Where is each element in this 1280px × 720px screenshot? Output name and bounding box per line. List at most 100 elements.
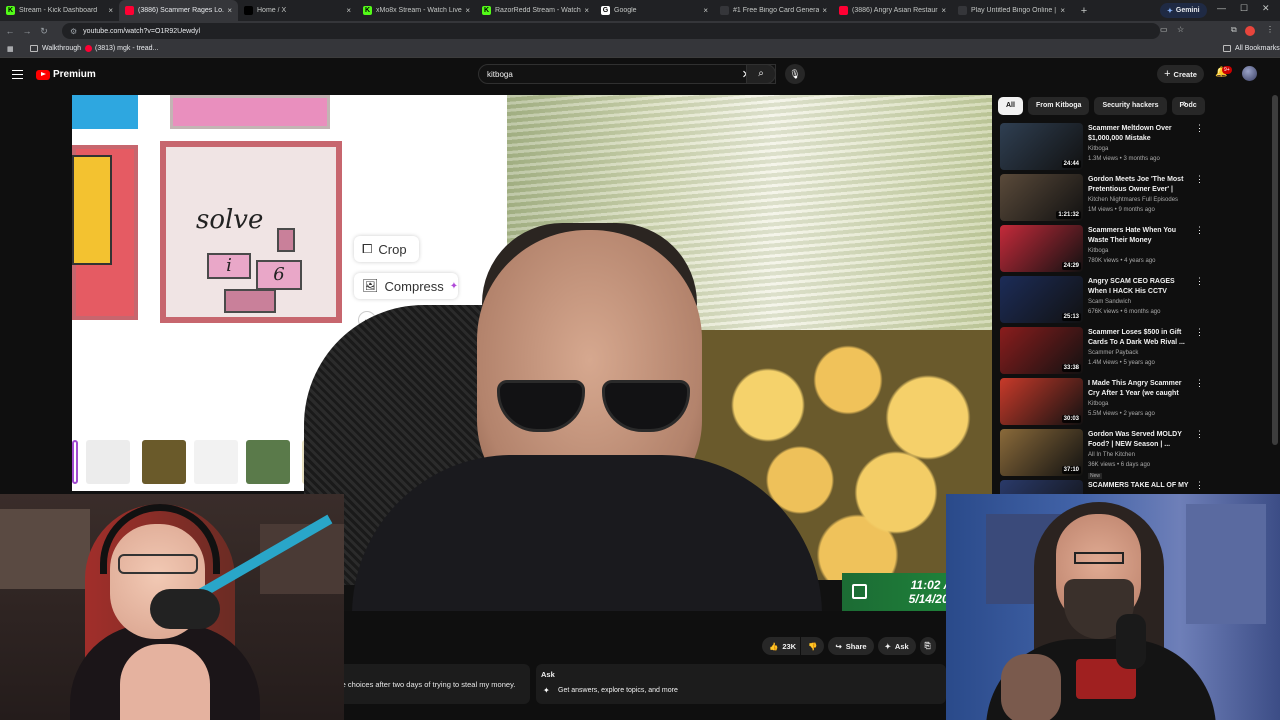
new-tab-icon[interactable]: +: [1077, 4, 1091, 18]
extensions-icon[interactable]: ⧉: [1231, 25, 1237, 35]
channel-name[interactable]: Kitchen Nightmares Full Episodes: [1088, 197, 1178, 203]
close-tab-icon[interactable]: ×: [703, 6, 708, 15]
video-thumbnail[interactable]: 33:38: [1000, 327, 1083, 374]
ask-button[interactable]: ✦ Ask: [877, 637, 916, 655]
browser-tab[interactable]: Play Untitled Bingo Online | Bi ×: [952, 0, 1071, 21]
browser-tab[interactable]: G Google ×: [595, 0, 714, 21]
account-avatar[interactable]: [1242, 66, 1257, 81]
more-options-icon[interactable]: ⋮: [1195, 277, 1204, 286]
back-icon[interactable]: ←: [3, 26, 17, 36]
more-options-icon[interactable]: ⋮: [1195, 124, 1204, 133]
cast-icon[interactable]: ▭: [1160, 25, 1168, 34]
compress-button[interactable]: 🖼 Compress ✦: [354, 273, 458, 299]
browser-tab[interactable]: K Stream - Kick Dashboard ×: [0, 0, 119, 21]
ask-panel[interactable]: Ask ✦ Get answers, explore topics, and m…: [536, 664, 946, 704]
close-tab-icon[interactable]: ×: [584, 6, 589, 15]
crop-button[interactable]: ⧠ Crop: [354, 236, 419, 262]
menu-icon[interactable]: ⋮: [1266, 25, 1274, 34]
maximize-icon[interactable]: ☐: [1240, 3, 1248, 14]
close-tab-icon[interactable]: ×: [465, 6, 470, 15]
more-options-icon[interactable]: ⋮: [1195, 226, 1204, 235]
recommended-video[interactable]: 37:10 Gordon Was Served MOLDY Food? | NEW…: [1000, 429, 1205, 480]
channel-name[interactable]: Kitboga: [1088, 248, 1108, 254]
bookmark-star-icon[interactable]: ☆: [1177, 25, 1184, 34]
channel-name[interactable]: Scammer Payback: [1088, 350, 1138, 356]
close-tab-icon[interactable]: ×: [822, 6, 827, 15]
youtube-logo[interactable]: Premium: [36, 69, 96, 80]
thumbnail-gold[interactable]: [142, 440, 186, 484]
site-info-icon[interactable]: ⚙: [70, 27, 77, 36]
browser-tab[interactable]: (3886) Scammer Rages Lo... ×: [119, 0, 238, 21]
browser-tab[interactable]: KxMo8x Stream - Watch Live on ×: [357, 0, 476, 21]
more-options-icon[interactable]: ⋮: [1195, 430, 1204, 439]
video-title[interactable]: Gordon Was Served MOLDY Food? | NEW Seas…: [1088, 430, 1193, 450]
thumbnail-selected[interactable]: [72, 440, 78, 484]
video-title[interactable]: Scammer Meltdown Over $1,000,000 Mistake: [1088, 124, 1193, 144]
more-options-icon[interactable]: ⋮: [1195, 328, 1204, 337]
close-tab-icon[interactable]: ×: [346, 6, 351, 15]
minimize-icon[interactable]: —: [1217, 3, 1226, 13]
recommended-video[interactable]: 33:38 Scammer Loses $500 in Gift Cards To…: [1000, 327, 1205, 378]
video-title[interactable]: Scammer Loses $500 in Gift Cards To A Da…: [1088, 328, 1193, 348]
more-options-icon[interactable]: ⋮: [1195, 175, 1204, 184]
close-tab-icon[interactable]: ×: [941, 6, 946, 15]
video-thumbnail[interactable]: 1:21:32: [1000, 174, 1083, 221]
filter-chip[interactable]: Security hackers: [1094, 97, 1167, 115]
video-thumbnail[interactable]: 25:13: [1000, 276, 1083, 323]
search-input[interactable]: kitboga✕: [478, 64, 776, 84]
all-bookmarks[interactable]: All Bookmarks: [1223, 45, 1280, 52]
channel-name[interactable]: All In The Kitchen: [1088, 452, 1135, 458]
video-title[interactable]: Angry SCAM CEO RAGES When I HACK His CCT…: [1088, 277, 1193, 297]
recommended-video[interactable]: 24:44 Scammer Meltdown Over $1,000,000 Mi…: [1000, 123, 1205, 174]
close-tab-icon[interactable]: ×: [1060, 6, 1065, 15]
chevron-right-icon[interactable]: ›: [1183, 98, 1187, 110]
channel-name[interactable]: Kitboga: [1088, 146, 1108, 152]
channel-name[interactable]: Kitboga: [1088, 401, 1108, 407]
url-field[interactable]: ⚙ youtube.com/watch?v=O1R92Uewdyl: [62, 23, 1160, 39]
thumbnail-photo[interactable]: [246, 440, 290, 484]
create-button[interactable]: + Create: [1157, 65, 1204, 83]
more-options-icon[interactable]: ⋮: [1195, 379, 1204, 388]
voice-search-icon[interactable]: 🎙: [785, 64, 805, 84]
share-button[interactable]: ↪ Share: [828, 637, 874, 655]
video-thumbnail[interactable]: 24:29: [1000, 225, 1083, 272]
video-thumbnail[interactable]: 30:03: [1000, 378, 1083, 425]
bookmark-walkthrough[interactable]: Walkthrough: [30, 45, 81, 52]
bookmark-mgk[interactable]: (3813) mgk - tread...: [85, 45, 158, 52]
more-options-icon[interactable]: ⋮: [1195, 481, 1204, 490]
gemini-button[interactable]: ✦ Gemini: [1160, 3, 1207, 18]
hamburger-menu-icon[interactable]: [12, 70, 23, 79]
channel-name[interactable]: Scam Sandwich: [1088, 299, 1131, 305]
recommended-video[interactable]: 24:29 Scammers Hate When You Waste Their …: [1000, 225, 1205, 276]
video-title[interactable]: Scammers Hate When You Waste Their Money: [1088, 226, 1193, 246]
forward-icon[interactable]: →: [20, 26, 34, 36]
recommended-video[interactable]: 1:21:32 Gordon Meets Joe 'The Most Preten…: [1000, 174, 1205, 225]
video-title[interactable]: SCAMMERS TAKE ALL OF MY: [1088, 481, 1193, 491]
browser-tab[interactable]: (3886) Angry Asian Restaurant ×: [833, 0, 952, 21]
thumbnail-doc[interactable]: [86, 440, 130, 484]
close-window-icon[interactable]: ✕: [1262, 3, 1270, 14]
thumbnail-blank[interactable]: [194, 440, 238, 484]
browser-tab[interactable]: KRazorRedd Stream - Watch Live×: [476, 0, 595, 21]
profile-icon[interactable]: [1245, 26, 1255, 36]
page-scrollbar[interactable]: [1272, 95, 1278, 445]
dislike-button[interactable]: 👎: [801, 637, 825, 655]
search-button[interactable]: ⌕: [746, 64, 776, 84]
filter-chip[interactable]: From Kitboga: [1027, 97, 1090, 115]
apps-icon[interactable]: ▦: [7, 45, 14, 53]
browser-tab[interactable]: X Home / X ×: [238, 0, 357, 21]
filter-chip[interactable]: Podc: [1171, 97, 1205, 115]
recommended-video[interactable]: 30:03 I Made This Angry Scammer Cry After…: [1000, 378, 1205, 429]
filter-chip[interactable]: All: [998, 97, 1023, 115]
video-thumbnail[interactable]: 24:44: [1000, 123, 1083, 170]
browser-tab[interactable]: #1 Free Bingo Card Generator ×: [714, 0, 833, 21]
video-title[interactable]: Gordon Meets Joe 'The Most Pretentious O…: [1088, 175, 1193, 195]
video-title[interactable]: I Made This Angry Scammer Cry After 1 Ye…: [1088, 379, 1193, 399]
close-tab-icon[interactable]: ×: [108, 6, 113, 15]
save-button[interactable]: ⎘: [919, 637, 936, 655]
video-thumbnail[interactable]: 37:10: [1000, 429, 1083, 476]
reload-icon[interactable]: ↻: [37, 26, 51, 37]
recommended-video[interactable]: 25:13 Angry SCAM CEO RAGES When I HACK Hi…: [1000, 276, 1205, 327]
like-button[interactable]: 👍 23K: [762, 637, 801, 655]
close-tab-icon[interactable]: ×: [227, 6, 232, 15]
